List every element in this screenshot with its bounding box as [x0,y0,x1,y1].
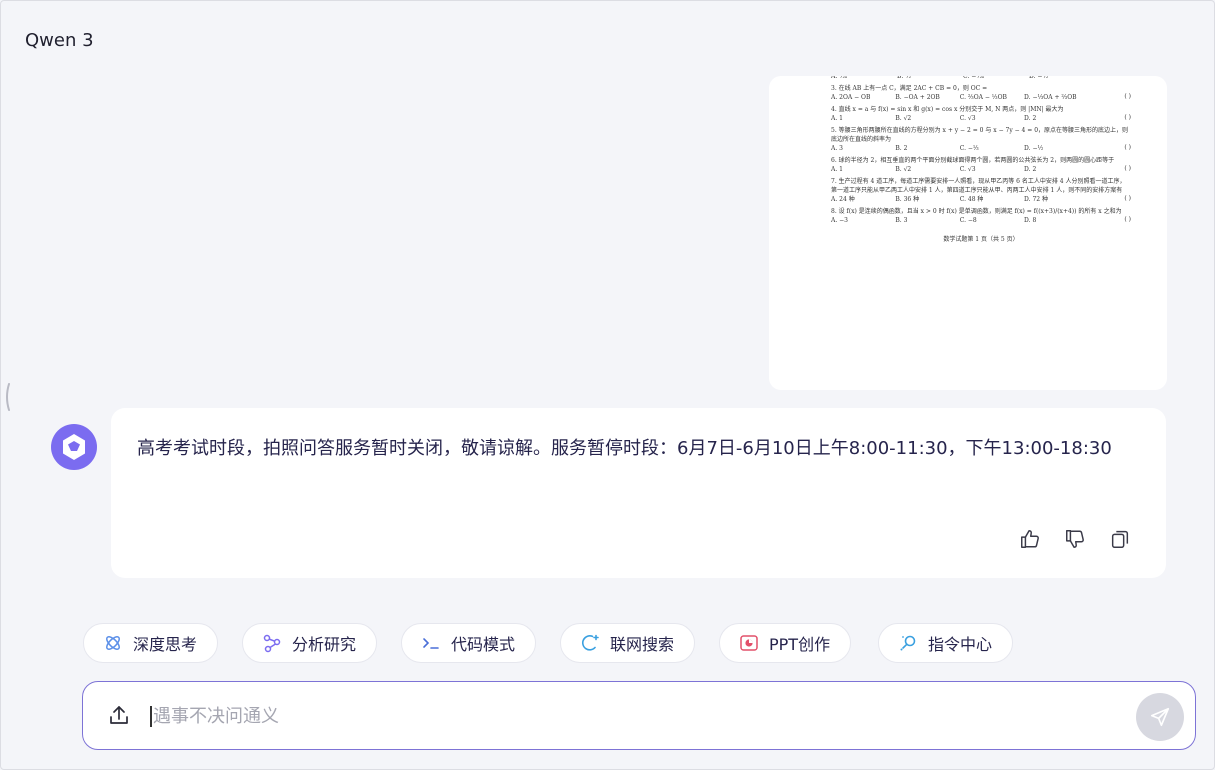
chip-label: 深度思考 [133,635,198,654]
exam-option: C. −⅓ [959,145,979,153]
chip-label: 指令中心 [928,635,993,654]
chip-label: PPT创作 [769,635,831,654]
answer-paren: ( ) [1124,93,1131,101]
exam-option: D. 72 种 [1024,196,1048,204]
chip-analysis[interactable]: 分析研究 [242,623,378,663]
chip-label: 分析研究 [292,635,357,654]
message-text: 高考考试时段，拍照问答服务暂时关闭，敬请谅解。服务暂停时段：6月7日-6月10日… [137,438,1112,459]
exam-option: B. 3 [895,217,908,225]
exam-option: D. 2 [1024,166,1037,174]
exam-option: D. −½ [1024,145,1044,153]
answer-paren: ( ) [1124,195,1131,203]
app-title: Qwen 3 [25,30,94,51]
exam-option: D. −½ [1029,76,1049,80]
exam-option: D. 8 [1024,217,1037,225]
exam-option: A. 24 种 [831,196,855,204]
assistant-message: 高考考试时段，拍照问答服务暂时关闭，敬请谅解。服务暂停时段：6月7日-6月10日… [111,408,1166,578]
send-button[interactable] [1136,693,1184,741]
exam-option: B. −OA + 2OB [895,94,940,102]
chip-deep-think[interactable]: 深度思考 [83,623,219,663]
chip-web-search[interactable]: 联网搜索 [560,623,696,663]
send-icon [1150,707,1170,727]
chip-ppt[interactable]: PPT创作 [719,623,852,663]
analysis-icon [263,634,281,653]
exam-page: A. ½i B. ½ C. −½i D. −½ 3. 在线 AB 上有一点 C，满足 2… [831,76,1131,245]
exam-options: A. ½i B. ½ C. −½i D. −½ [831,76,1131,82]
exam-option: C. √3 [959,166,976,174]
thumbs-down-icon[interactable] [1064,528,1086,550]
answer-paren: ( ) [1124,114,1131,122]
upload-icon[interactable] [107,704,131,728]
exam-options: A. 1 B. √2 C. √3 D. 2 [831,166,1124,175]
exam-option: D. −⅓OA + ⅔OB [1024,94,1077,102]
answer-paren: ( ) [1124,165,1131,173]
ppt-icon [740,635,758,651]
text-cursor [150,706,152,727]
exam-option: C. −½i [963,76,984,80]
exam-option: A. 3 [831,145,843,153]
answer-paren: ( ) [1124,144,1131,152]
exam-option: A. 1 [831,166,843,174]
copy-icon[interactable] [1109,528,1131,550]
uploaded-exam-image[interactable]: A. ½i B. ½ C. −½i D. −½ 3. 在线 AB 上有一点 C，满足 2… [769,76,1167,390]
exam-option: B. √2 [895,166,912,174]
chip-label: 代码模式 [451,635,516,654]
exam-question: 6. 球的半径为 2，相互垂直的两个平面分别截球面得两个圆，若两圆的公共弦长为 … [831,156,1115,164]
exam-option: D. 2 [1024,115,1037,123]
exam-option: A. 2OA − OB [831,94,871,102]
command-icon [900,635,916,651]
exam-options: A. 24 种 B. 36 种 C. 48 种 D. 72 种 [831,196,1124,205]
exam-question: 3. 在线 AB 上有一点 C，满足 2AC + CB = 0，则 OC = [831,84,988,92]
exam-option: B. 36 种 [895,196,920,204]
exam-options: A. −3 B. 3 C. −8 D. 8 [831,217,1124,226]
chip-code-mode[interactable]: 代码模式 [401,623,537,663]
exam-option: C. √3 [959,115,976,123]
exam-option: A. 1 [831,115,843,123]
message-actions [1019,528,1131,550]
chat-input[interactable] [153,700,1053,732]
deep-think-icon [106,636,120,650]
exam-option: B. √2 [895,115,912,123]
exam-question: 5. 等腰三角形两腰所在直线的方程分别为 x + y − 2 = 0 与 x −… [831,126,1129,143]
exam-options: A. 2OA − OB B. −OA + 2OB C. ⅔OA − ⅓OB D. −⅓… [831,94,1124,103]
exam-question: 4. 直线 x = a 与 f(x) = sin x 和 g(x) = cos … [831,105,1064,113]
thumbs-up-icon[interactable] [1019,528,1041,550]
exam-option: A. −3 [831,217,848,225]
chip-label: 联网搜索 [610,635,675,654]
exam-option: C. 48 种 [959,196,984,204]
exam-options: A. 1 B. √2 C. √3 D. 2 [831,115,1124,124]
sidebar-handle-icon[interactable] [4,382,10,412]
qwen-avatar-icon [51,424,97,470]
answer-paren: ( ) [1124,216,1131,224]
exam-page-footer: 数学试题第 1 页（共 5 页） [943,235,1019,243]
exam-option: B. 2 [895,145,908,153]
exam-options: A. 3 B. 2 C. −⅓ D. −½ [831,145,1124,154]
exam-question: 8. 设 f(x) 是连续的偶函数，且当 x > 0 时 f(x) 是单调函数，… [831,207,1122,215]
terminal-icon [423,638,439,649]
exam-option: A. ½i [831,76,847,80]
web-search-icon [582,634,599,651]
exam-option: C. ⅔OA − ⅓OB [959,94,1007,102]
exam-question: 7. 生产过程有 4 道工序，每道工序需要安排一人照看，现从甲乙丙等 6 名工人… [831,177,1126,194]
exam-option: B. ½ [897,76,912,80]
exam-option: C. −8 [959,217,977,225]
chat-input-box [82,681,1196,750]
chip-command-center[interactable]: 指令中心 [878,623,1014,663]
